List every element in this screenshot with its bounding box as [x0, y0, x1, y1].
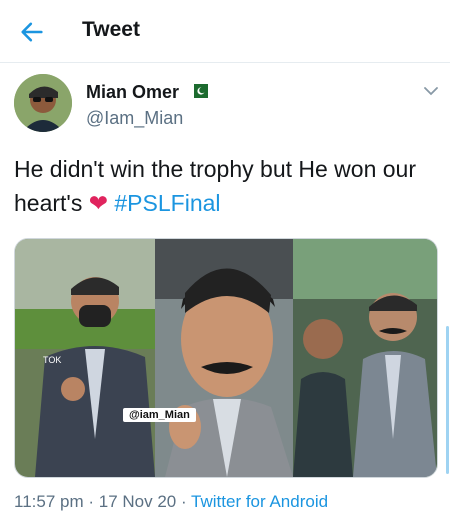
top-bar: Tweet	[0, 0, 450, 62]
tweet-text: He didn't win the trophy but He won our …	[14, 152, 434, 220]
hashtag-link[interactable]: #PSLFinal	[114, 190, 220, 216]
header-divider	[0, 62, 450, 63]
page-title: Tweet	[82, 18, 140, 41]
photo-3[interactable]	[293, 239, 437, 477]
source-app-link[interactable]: Twitter for Android	[191, 492, 328, 511]
separator-dot: ·	[83, 492, 99, 511]
separator-dot: ·	[176, 492, 192, 511]
pakistan-flag-icon	[190, 84, 208, 98]
media-watermark: @iam_Mian	[123, 408, 196, 422]
heart-emoji: ❤	[88, 190, 108, 216]
photo-2[interactable]	[155, 239, 293, 477]
avatar[interactable]	[14, 74, 72, 132]
author-name[interactable]: Mian Omer	[86, 82, 179, 103]
tweet-meta: 11:57 pm · 17 Nov 20 · Twitter for Andro…	[14, 492, 328, 512]
chevron-down-icon[interactable]	[424, 86, 438, 96]
svg-text:TOK: TOK	[43, 355, 61, 365]
author-handle[interactable]: @Iam_Mian	[86, 108, 183, 129]
tweet-date: 17 Nov 20	[98, 492, 177, 511]
back-arrow-icon[interactable]	[18, 18, 46, 46]
tweet-time: 11:57 pm	[14, 492, 84, 511]
photo-1[interactable]: TOK	[15, 239, 155, 477]
scrollbar[interactable]	[446, 326, 449, 474]
tweet-media[interactable]: TOK @iam_Mian	[14, 238, 438, 478]
